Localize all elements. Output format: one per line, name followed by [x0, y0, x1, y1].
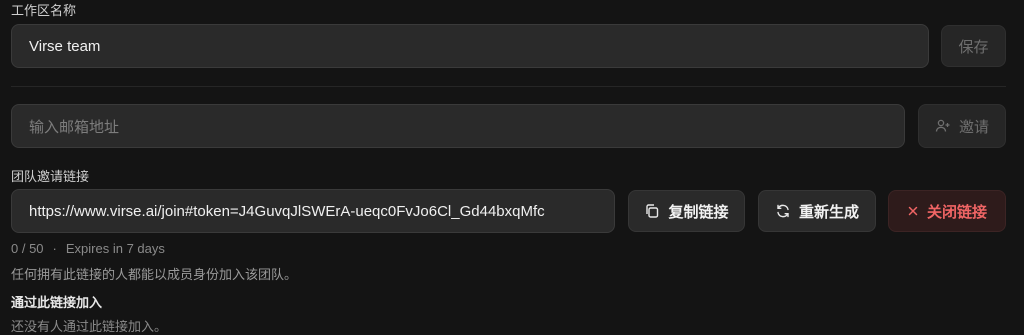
copy-link-button[interactable]: 复制链接	[628, 190, 745, 232]
refresh-icon	[775, 203, 791, 219]
expiry-text: Expires in 7 days	[65, 241, 165, 256]
invite-link-url: https://www.virse.ai/join#token=J4GuvqJl…	[29, 202, 545, 220]
invite-button-label: 邀请	[958, 118, 989, 136]
usage-count: 0 / 50	[11, 241, 44, 256]
invite-link-description: 任何拥有此链接的人都能以成员身份加入该团队。	[11, 267, 298, 282]
workspace-name-value: Virse team	[29, 37, 101, 55]
invite-link-label: 团队邀请链接	[11, 169, 90, 184]
save-button-label: 保存	[958, 38, 989, 56]
invite-link-meta: 0 / 50 · Expires in 7 days	[11, 241, 165, 256]
regenerate-link-button[interactable]: 重新生成	[758, 190, 876, 232]
joined-via-link-heading: 通过此链接加入	[11, 295, 103, 310]
email-input-placeholder: 输入邮箱地址	[29, 118, 120, 136]
section-divider	[11, 86, 1006, 87]
invite-button[interactable]: 邀请	[918, 104, 1006, 148]
joined-empty-text: 还没有人通过此链接加入。	[11, 319, 168, 334]
regenerate-link-label: 重新生成	[798, 203, 859, 221]
invite-link-field[interactable]: https://www.virse.ai/join#token=J4GuvqJl…	[11, 189, 615, 233]
workspace-name-label: 工作区名称	[11, 3, 77, 18]
workspace-name-input[interactable]: Virse team	[11, 24, 929, 68]
close-link-button[interactable]: 关闭链接	[888, 190, 1006, 232]
email-input[interactable]: 输入邮箱地址	[11, 104, 905, 148]
close-icon	[907, 205, 919, 217]
copy-link-label: 复制链接	[668, 203, 729, 221]
save-button[interactable]: 保存	[941, 25, 1006, 67]
copy-icon	[644, 203, 660, 219]
meta-separator: ·	[52, 241, 57, 256]
close-link-label: 关闭链接	[926, 203, 987, 221]
user-plus-icon	[935, 118, 951, 134]
